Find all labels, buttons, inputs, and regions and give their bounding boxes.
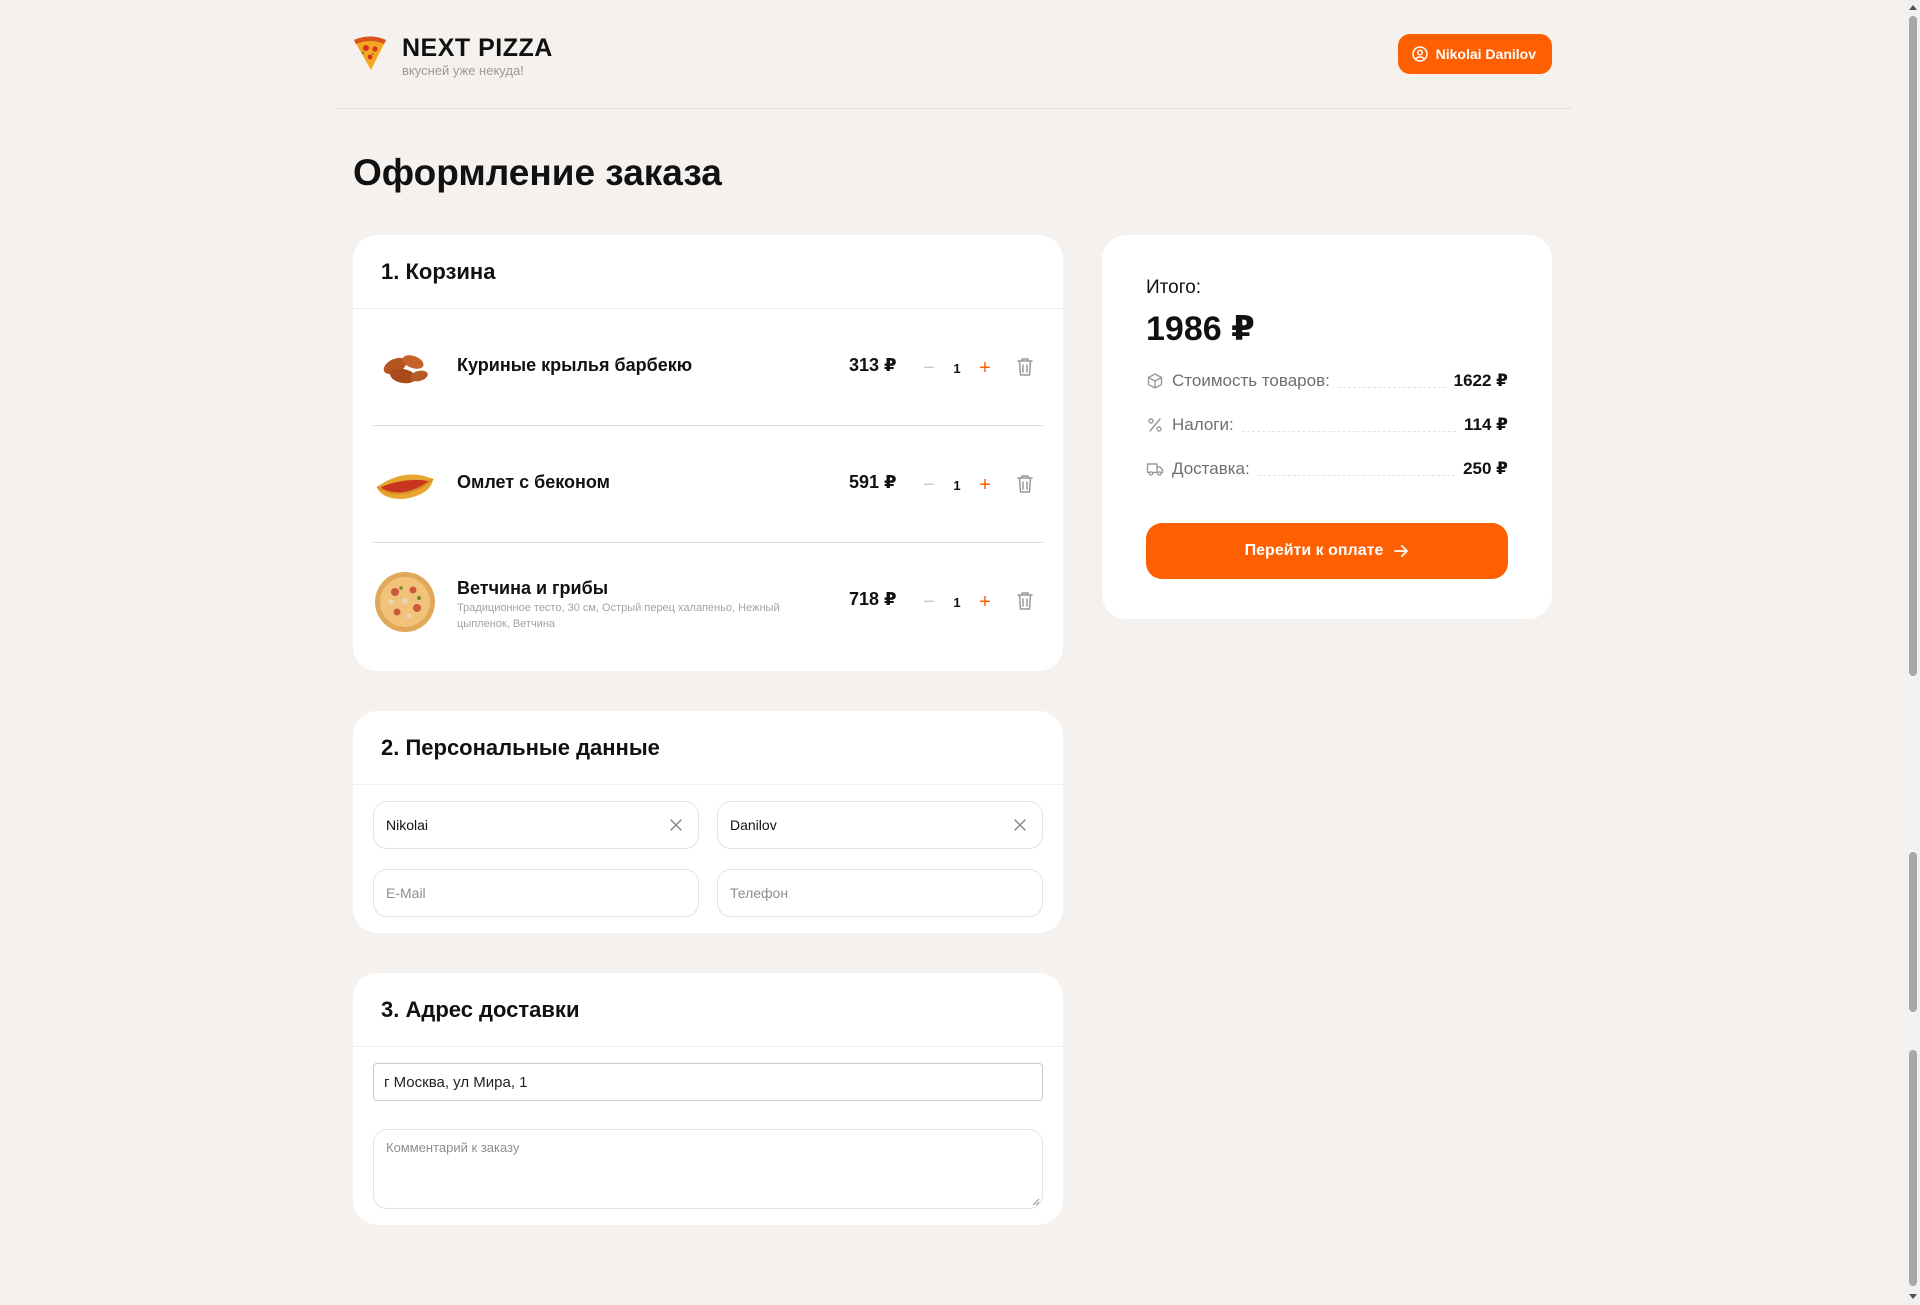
cart-item: Омлет с беконом 591 ₽ − 1 +: [373, 427, 1043, 543]
page-title: Оформление заказа: [353, 152, 722, 193]
dotted-divider: [1241, 418, 1457, 432]
summary-row-taxes: Налоги: 114 ₽: [1146, 413, 1508, 437]
summary-row-label: Стоимость товаров:: [1172, 371, 1330, 390]
decrease-button[interactable]: −: [918, 475, 940, 495]
trash-icon[interactable]: [1016, 474, 1034, 494]
profile-name: Nikolai Danilov: [1435, 46, 1536, 62]
close-icon[interactable]: [668, 817, 684, 833]
phone-placeholder: Телефон: [730, 885, 789, 901]
increase-button[interactable]: +: [974, 475, 996, 495]
decrease-button[interactable]: −: [918, 592, 940, 612]
delivery-address-card: 3. Адрес доставки г Москва, ул Мира, 1 К…: [353, 973, 1063, 1225]
address-input[interactable]: г Москва, ул Мира, 1: [373, 1063, 1043, 1101]
summary-row-delivery: Доставка: 250 ₽: [1146, 457, 1508, 481]
resize-handle-icon[interactable]: [1030, 1196, 1040, 1206]
close-icon[interactable]: [1012, 817, 1028, 833]
item-name: Куриные крылья барбекю: [457, 355, 693, 375]
proceed-to-payment-button[interactable]: Перейти к оплате: [1146, 523, 1508, 579]
address-title: 3. Адрес доставки: [353, 973, 1063, 1047]
summary-row-value: 1622 ₽: [1453, 371, 1508, 390]
item-name: Ветчина и грибы: [457, 578, 609, 598]
user-circle-icon: [1411, 46, 1428, 62]
quantity-stepper: − 1 +: [918, 473, 998, 497]
dotted-divider: [1337, 374, 1446, 388]
logo[interactable]: NEXT PIZZA вкусней уже некуда!: [352, 34, 553, 78]
summary-row-value: 250 ₽: [1463, 459, 1508, 478]
brand-tagline: вкусней уже некуда!: [402, 63, 524, 78]
percent-icon: [1148, 418, 1162, 432]
first-name-value: Nikolai: [386, 817, 429, 833]
header: NEXT PIZZA вкусней уже некуда! Nikolai D…: [334, 0, 1572, 109]
scroll-down-arrow-icon[interactable]: [1909, 1292, 1917, 1300]
quantity-value: 1: [953, 594, 961, 610]
truck-icon: [1146, 463, 1164, 476]
personal-title: 2. Персональные данные: [353, 711, 1063, 785]
omelette-image: [376, 474, 434, 499]
scrollbar-thumb-tertiary[interactable]: [1909, 1050, 1917, 1286]
item-name: Омлет с беконом: [457, 472, 610, 492]
phone-field[interactable]: Телефон: [717, 869, 1043, 917]
quantity-stepper: − 1 +: [918, 356, 998, 380]
comment-placeholder: Комментарий к заказу: [386, 1140, 520, 1155]
trash-icon[interactable]: [1016, 591, 1034, 611]
cart-card: 1. Корзина Куриные крылья барбекю 313 ₽ …: [353, 235, 1063, 671]
personal-data-card: 2. Персональные данные Nikolai Danilov E…: [353, 711, 1063, 933]
order-comment-textarea[interactable]: Комментарий к заказу: [373, 1129, 1043, 1209]
arrow-right-icon: [1394, 545, 1409, 557]
cart-item: Ветчина и грибы Традиционное тесто, 30 с…: [373, 544, 1043, 660]
scrollbar-thumb-secondary[interactable]: [1909, 852, 1917, 1012]
quantity-value: 1: [953, 477, 961, 493]
cart-item: Куриные крылья барбекю 313 ₽ − 1 +: [373, 310, 1043, 426]
dotted-divider: [1257, 462, 1456, 476]
email-placeholder: E-Mail: [386, 885, 426, 901]
first-name-field[interactable]: Nikolai: [373, 801, 699, 849]
trash-icon[interactable]: [1016, 357, 1034, 377]
last-name-field[interactable]: Danilov: [717, 801, 1043, 849]
pay-button-label: Перейти к оплате: [1244, 542, 1384, 559]
total-amount: 1986 ₽: [1146, 310, 1255, 348]
cart-title: 1. Корзина: [353, 235, 1063, 309]
scroll-up-arrow-icon[interactable]: [1909, 4, 1917, 12]
profile-button[interactable]: Nikolai Danilov: [1397, 34, 1552, 74]
order-summary-card: Итого: 1986 ₽ Стоимость товаров: 1622 ₽ …: [1102, 235, 1552, 619]
address-value: г Москва, ул Мира, 1: [384, 1073, 528, 1091]
item-price: 718 ₽: [849, 589, 897, 609]
pizza-logo-icon: [354, 36, 386, 70]
summary-row-label: Доставка:: [1172, 459, 1250, 478]
total-label: Итого:: [1146, 277, 1202, 298]
brand-name: NEXT PIZZA: [402, 34, 553, 62]
last-name-value: Danilov: [730, 817, 777, 833]
quantity-stepper: − 1 +: [918, 590, 998, 614]
pizza-image: [375, 572, 435, 632]
summary-row-value: 114 ₽: [1464, 415, 1508, 434]
quantity-value: 1: [953, 360, 961, 376]
item-price: 313 ₽: [849, 355, 897, 375]
email-field[interactable]: E-Mail: [373, 869, 699, 917]
decrease-button[interactable]: −: [918, 358, 940, 378]
scrollbar-thumb[interactable]: [1909, 16, 1917, 676]
summary-row-items: Стоимость товаров: 1622 ₽: [1146, 369, 1508, 393]
summary-row-label: Налоги:: [1172, 415, 1234, 434]
chicken-wings-image: [383, 355, 428, 384]
increase-button[interactable]: +: [974, 592, 996, 612]
increase-button[interactable]: +: [974, 358, 996, 378]
checkout-page: NEXT PIZZA вкусней уже некуда! Nikolai D…: [0, 0, 1920, 1305]
package-icon: [1147, 373, 1163, 389]
item-description: Традиционное тесто, 30 см, Острый перец …: [457, 602, 780, 630]
page-scrollbar[interactable]: [1906, 0, 1920, 1305]
item-price: 591 ₽: [849, 472, 897, 492]
